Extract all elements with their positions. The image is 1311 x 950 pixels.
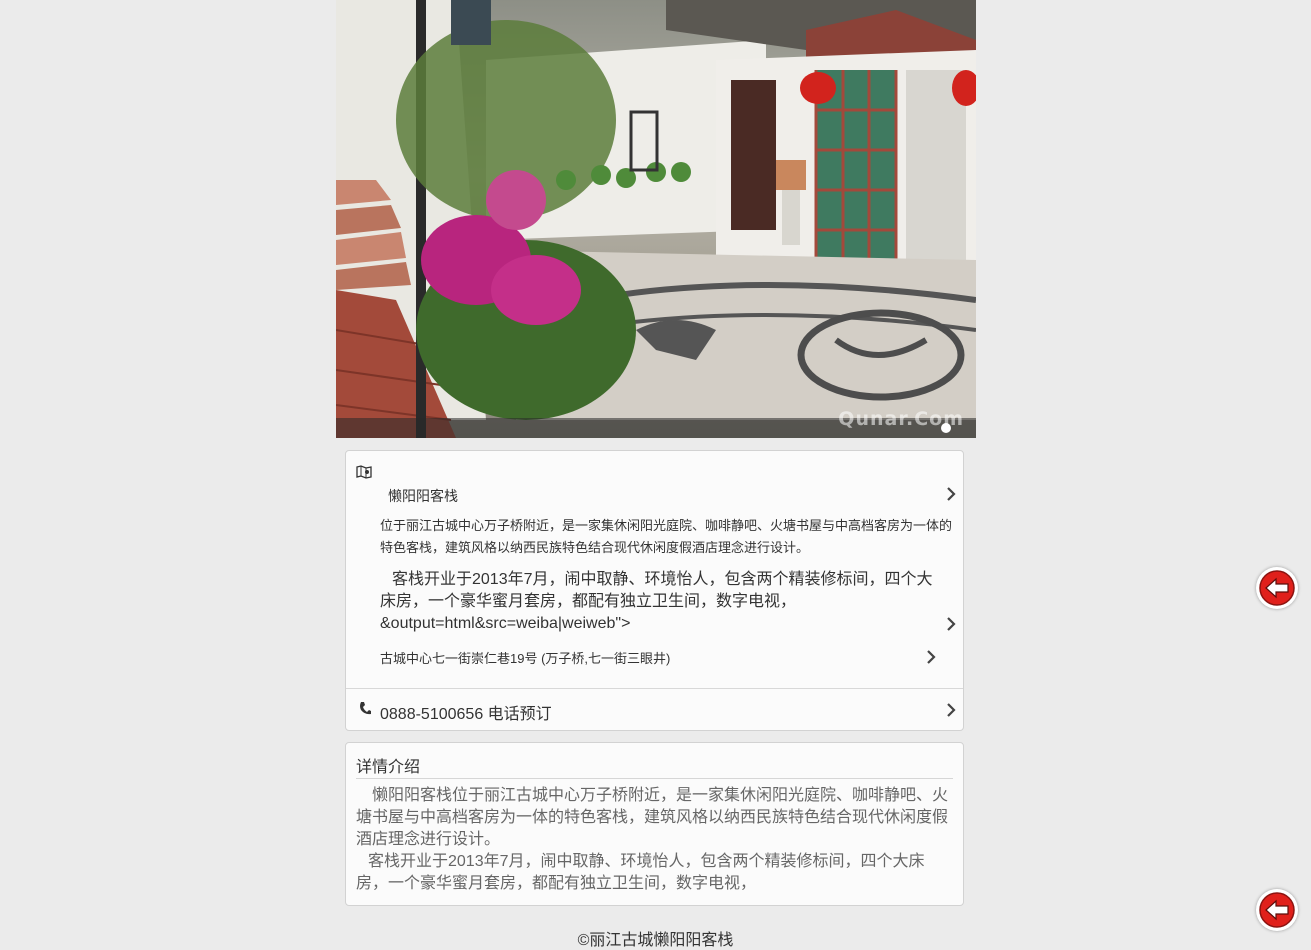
hotel-long-description[interactable]: 客栈开业于2013年7月，闹中取静、环境怡人，包含两个精装修标间，四个大床房，一… [380,569,940,635]
detail-text: 懒阳阳客栈位于丽江古城中心万子桥附近，是一家集休闲阳光庭院、咖啡静吧、火塘书屋与… [356,785,952,895]
phone-icon [360,702,371,715]
carousel-dot-active[interactable] [941,423,951,433]
phone-booking-link[interactable]: 0888-5100656 电话预订 [380,700,552,724]
back-button[interactable] [1256,567,1298,609]
detail-card: 详情介绍 懒阳阳客栈位于丽江古城中心万子桥附近，是一家集休闲阳光庭院、咖啡静吧、… [345,742,964,906]
hero-photo-carousel[interactable]: Qunar.Com [336,0,976,438]
chevron-right-icon[interactable] [946,487,956,501]
chevron-right-icon[interactable] [926,650,936,664]
detail-title: 详情介绍 [356,759,421,776]
chevron-right-icon[interactable] [946,703,956,717]
hotel-name: 懒阳阳客栈 [388,488,458,504]
divider [356,778,953,779]
hotel-address-link[interactable]: 古城中心七一街崇仁巷19号 (万子桥,七一街三眼井) [380,648,670,667]
chevron-right-icon[interactable] [946,617,956,631]
detail-paragraph: 懒阳阳客栈位于丽江古城中心万子桥附近，是一家集休闲阳光庭院、咖啡静吧、火塘书屋与… [356,787,949,848]
footer-copyright: ©丽江古城懒阳阳客栈 [577,932,734,949]
arrow-left-icon [1259,892,1295,928]
hotel-info-card: 懒阳阳客栈 位于丽江古城中心万子桥附近，是一家集休闲阳光庭院、咖啡静吧、火塘书屋… [345,450,964,731]
courtyard-photo [336,0,976,438]
hotel-short-description: 位于丽江古城中心万子桥附近，是一家集休闲阳光庭院、咖啡静吧、火塘书屋与中高档客房… [380,518,953,555]
divider [346,688,963,689]
arrow-left-icon [1259,570,1295,606]
back-button[interactable] [1256,889,1298,931]
detail-paragraph: 客栈开业于2013年7月，闹中取静、环境怡人，包含两个精装修标间，四个大床房，一… [356,853,925,892]
map-icon [356,465,372,479]
